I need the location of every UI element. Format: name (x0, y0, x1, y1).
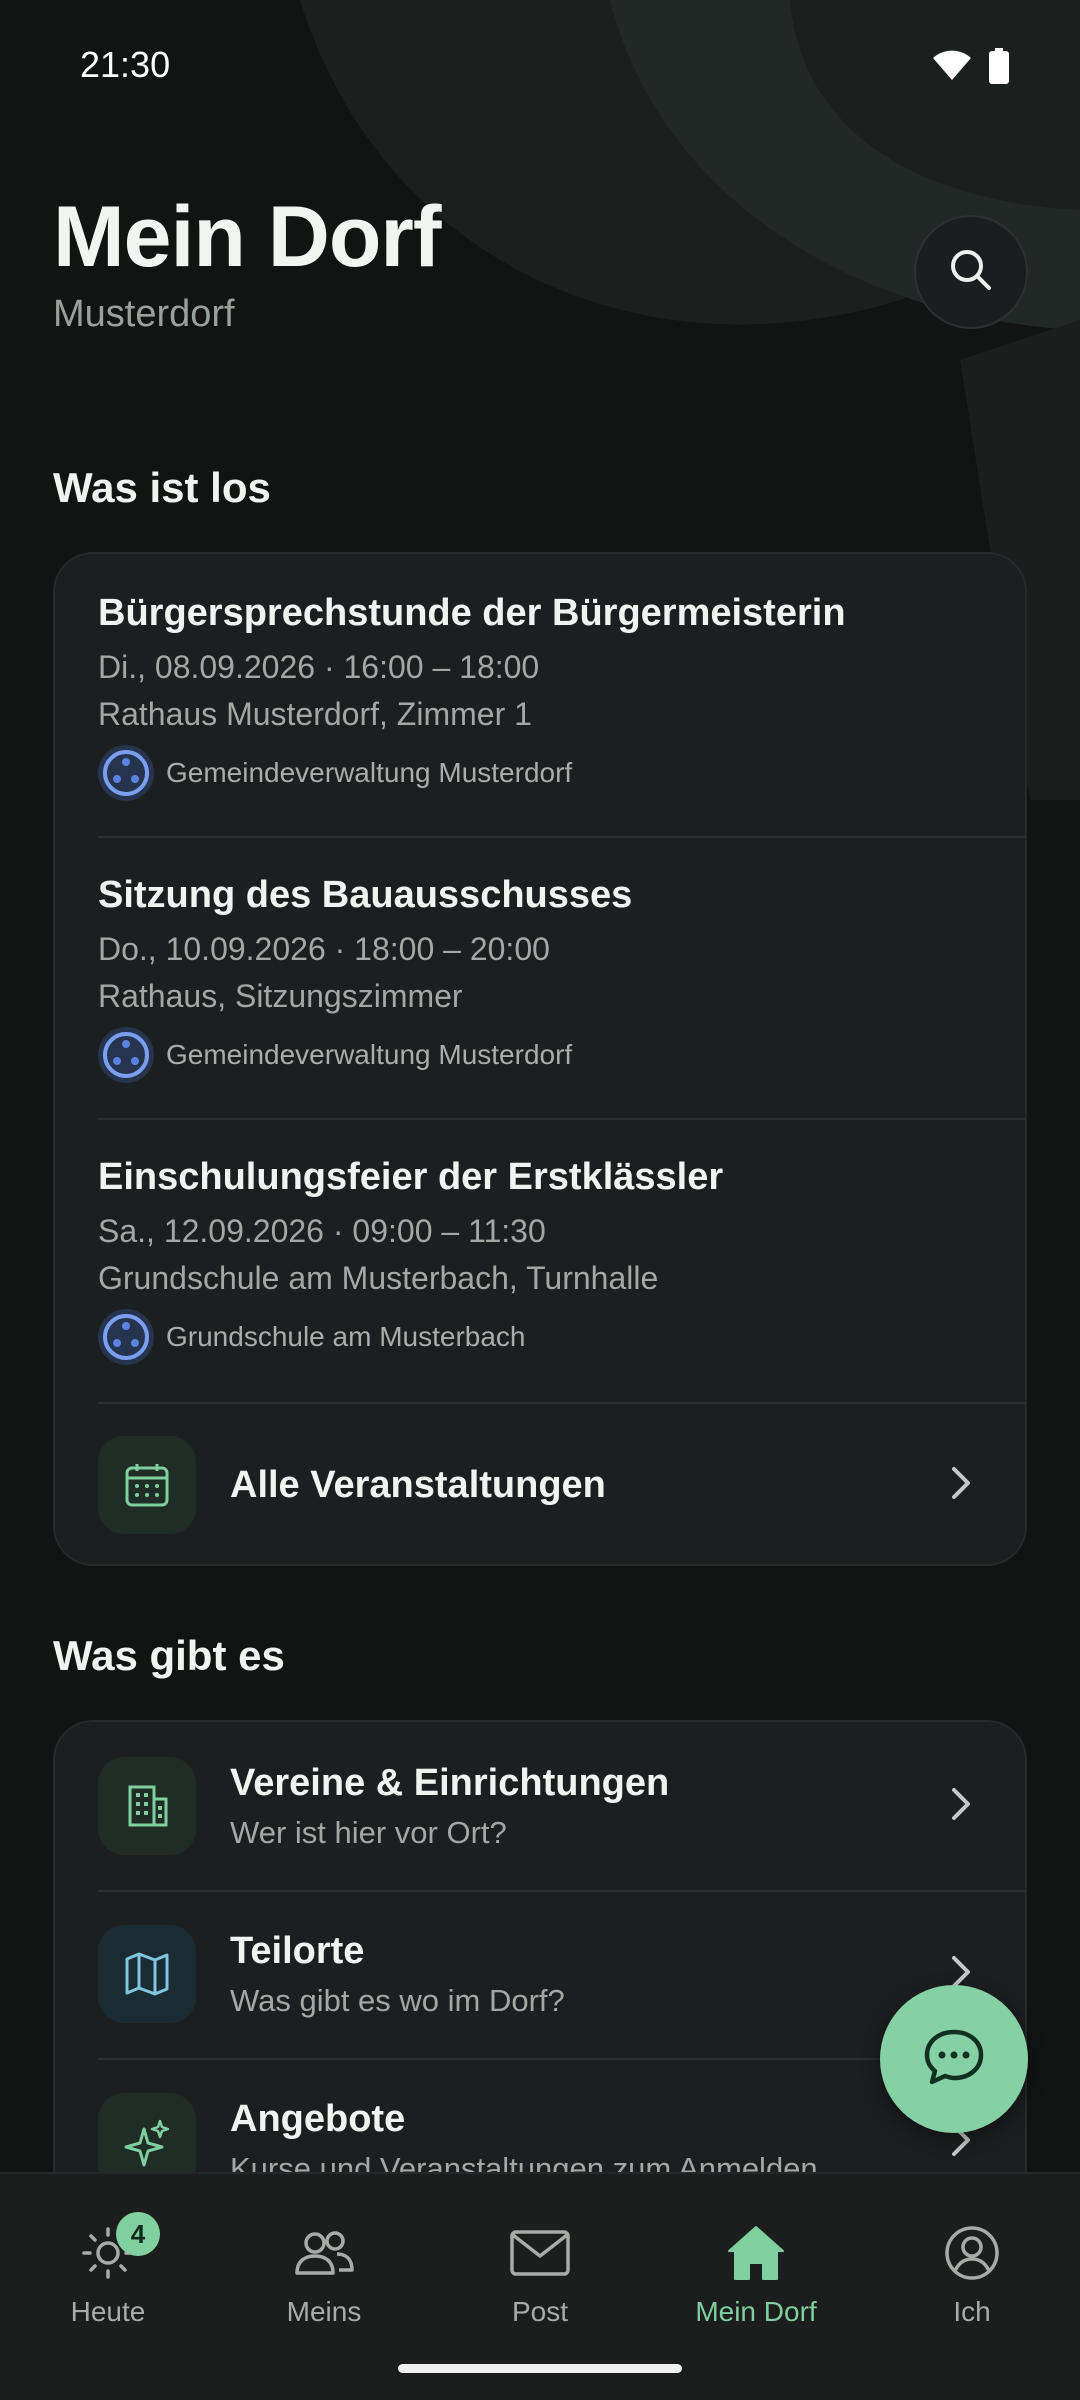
section-title-events: Was ist los (53, 464, 271, 511)
divider (98, 1402, 1025, 1404)
all-events-label: Alle Veranstaltungen (230, 1463, 606, 1506)
list-item-teilorte[interactable]: Teilorte Was gibt es wo im Dorf? (98, 1924, 1025, 2024)
page-subtitle: Musterdorf (53, 293, 235, 335)
nav-label: Post (511, 2296, 569, 2327)
organizer-logo-icon (98, 1027, 154, 1083)
event-item[interactable]: Bürgersprechstunde der Bürgermeisterin D… (98, 592, 1025, 801)
search-button[interactable] (914, 215, 1028, 329)
event-organizer: Gemeindeverwaltung Musterdorf (166, 1039, 573, 1070)
event-organizer: Gemeindeverwaltung Musterdorf (166, 757, 573, 788)
event-item[interactable]: Einschulungsfeier der Erstklässler Sa., … (98, 1156, 1025, 1365)
mail-icon (509, 2227, 571, 2284)
divider (98, 1118, 1025, 1120)
chat-bubble-icon (921, 2024, 987, 2095)
people-icon (291, 2223, 357, 2288)
event-datetime: Di., 08.09.2026 · 16:00 – 18:00 (98, 649, 540, 685)
status-bar: 21:30 (0, 0, 1080, 130)
list-item-subtitle: Wer ist hier vor Ort? (230, 1814, 507, 1850)
chevron-right-icon (949, 1465, 973, 1506)
battery-icon (988, 48, 1010, 89)
offers-card: Vereine & Einrichtungen Wer ist hier vor… (53, 1720, 1027, 2240)
events-card: Bürgersprechstunde der Bürgermeisterin D… (53, 552, 1027, 1566)
nav-item-post[interactable]: Post (440, 2220, 640, 2328)
event-organizer: Grundschule am Musterbach (166, 1321, 526, 1352)
organizer-logo-icon (98, 745, 154, 801)
event-location: Rathaus, Sitzungszimmer (98, 978, 463, 1014)
page-title: Mein Dorf (53, 189, 442, 285)
home-indicator[interactable] (398, 2364, 682, 2373)
event-location: Grundschule am Musterbach, Turnhalle (98, 1260, 659, 1296)
nav-label: Mein Dorf (695, 2296, 817, 2327)
event-datetime: Sa., 12.09.2026 · 09:00 – 11:30 (98, 1213, 546, 1249)
all-events-button[interactable]: Alle Veranstaltungen (98, 1436, 1025, 1534)
organizer-logo-icon (98, 1309, 154, 1365)
chat-fab-button[interactable] (880, 1985, 1028, 2133)
list-item-title: Teilorte (230, 1929, 365, 1972)
event-title: Sitzung des Bauausschusses (98, 874, 633, 916)
building-icon (98, 1757, 196, 1855)
event-item[interactable]: Sitzung des Bauausschusses Do., 10.09.20… (98, 874, 1025, 1083)
page-header: Mein Dorf Musterdorf (53, 188, 442, 336)
event-datetime: Do., 10.09.2026 · 18:00 – 20:00 (98, 931, 550, 967)
list-item-vereine[interactable]: Vereine & Einrichtungen Wer ist hier vor… (98, 1756, 1025, 1856)
nav-item-heute[interactable]: 4 Heute (8, 2212, 208, 2328)
divider (98, 1890, 1025, 1892)
divider (98, 836, 1025, 838)
event-location: Rathaus Musterdorf, Zimmer 1 (98, 696, 532, 732)
nav-label: Meins (286, 2296, 362, 2327)
event-title: Bürgersprechstunde der Bürgermeisterin (98, 592, 846, 634)
home-icon (725, 2223, 787, 2288)
event-title: Einschulungsfeier der Erstklässler (98, 1156, 724, 1198)
map-icon (98, 1925, 196, 2023)
nav-item-mein-dorf[interactable]: Mein Dorf (656, 2220, 856, 2328)
profile-icon (942, 2223, 1002, 2288)
calendar-icon (98, 1436, 196, 1534)
nav-item-ich[interactable]: Ich (872, 2220, 1072, 2328)
nav-item-meins[interactable]: Meins (224, 2220, 424, 2328)
wifi-icon (932, 50, 972, 87)
section-title-offers: Was gibt es (53, 1632, 285, 1679)
nav-label: Ich (953, 2296, 991, 2327)
nav-label: Heute (70, 2296, 146, 2327)
list-item-title: Vereine & Einrichtungen (230, 1761, 670, 1804)
status-time: 21:30 (80, 44, 171, 85)
notification-badge: 4 (116, 2212, 160, 2256)
search-icon (947, 246, 995, 299)
chevron-right-icon (949, 1786, 973, 1827)
